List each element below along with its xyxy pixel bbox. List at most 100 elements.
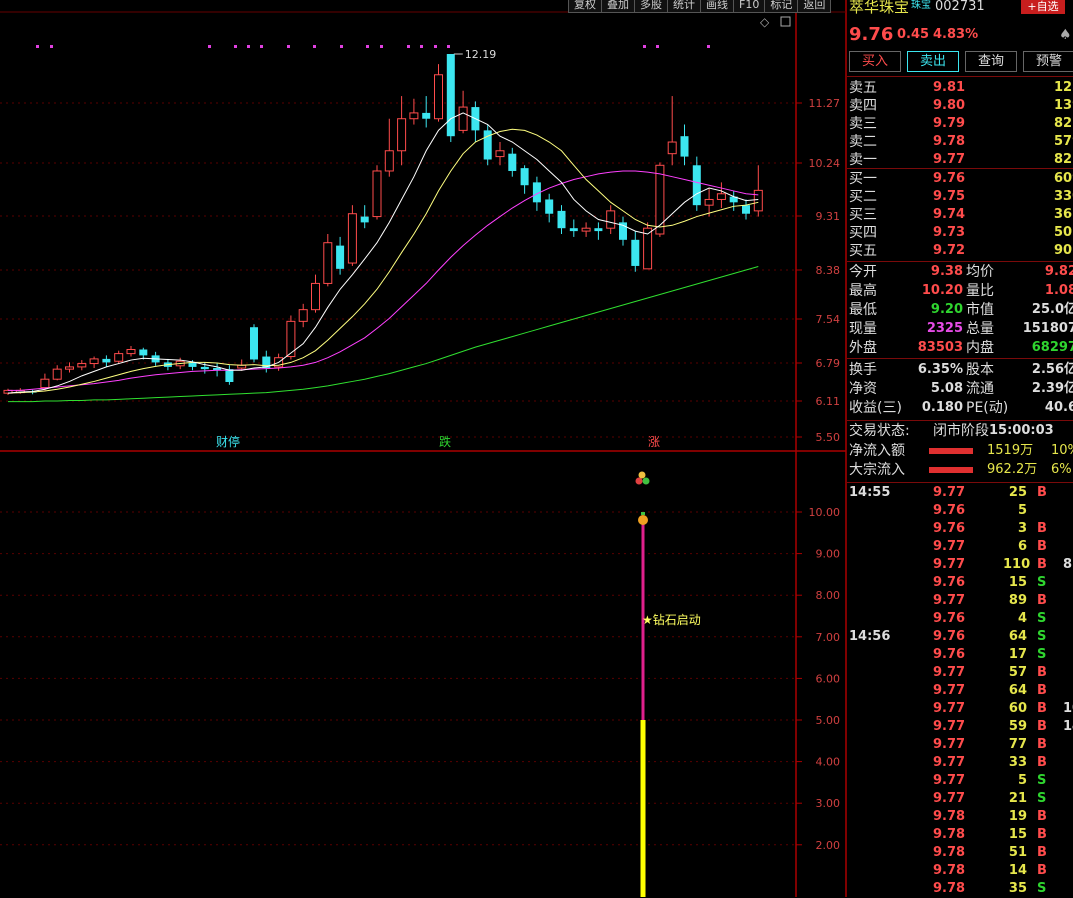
- toolbar-button-5[interactable]: F10: [733, 0, 766, 13]
- event-marker: 财停: [216, 434, 240, 449]
- stat-value: 6.35%: [917, 362, 963, 377]
- bid-label: 买五: [849, 243, 877, 259]
- ask-row: 卖二 9.78 579: [847, 133, 1073, 151]
- divider: [847, 261, 1073, 262]
- tick-price: 9.78: [933, 863, 966, 878]
- tick-row: 9.77 60 B 10: [847, 700, 1073, 718]
- action-button-1[interactable]: 卖出: [907, 51, 959, 72]
- candle: [225, 365, 234, 385]
- stat-value: 25.0亿: [1031, 302, 1073, 317]
- action-button-0[interactable]: 买入: [849, 51, 901, 72]
- toolbar-button-2[interactable]: 多股: [634, 0, 668, 13]
- tick-side: S: [1037, 611, 1047, 626]
- toolbar-button-7[interactable]: 返回: [797, 0, 832, 13]
- tick-price: 9.77: [933, 539, 966, 554]
- candle: [409, 98, 419, 125]
- bid-price: 9.72: [933, 243, 966, 258]
- candle-body: [716, 193, 726, 200]
- tick-row: 9.77 110 B 8: [847, 556, 1073, 574]
- candle: [569, 219, 578, 237]
- tick-volume: 64: [1008, 683, 1027, 698]
- tick-volume: 64: [1008, 629, 1027, 644]
- tick-side: B: [1037, 593, 1047, 608]
- clover-icon: [635, 471, 650, 485]
- toolbar-button-6[interactable]: 标记: [764, 0, 799, 13]
- tick-side: S: [1037, 575, 1047, 590]
- flow-value: 962.2万: [987, 462, 1038, 477]
- price-tick-label: 6.79: [816, 357, 841, 370]
- add-watchlist-button[interactable]: +自选: [1021, 0, 1065, 14]
- signal-dot: [50, 45, 53, 48]
- tick-price: 9.76: [933, 647, 966, 662]
- candle: [3, 388, 13, 395]
- tick-price: 9.76: [933, 521, 966, 536]
- tick-row: 9.77 5 S: [847, 772, 1073, 790]
- price-tick-label: 6.11: [816, 395, 841, 408]
- action-button-2[interactable]: 查询: [965, 51, 1017, 72]
- candle: [545, 193, 554, 223]
- candle-body: [311, 282, 320, 311]
- indicator-tick-label: 9.00: [816, 548, 841, 561]
- candle-body: [77, 363, 87, 368]
- tick-volume: 33: [1008, 755, 1027, 770]
- flow-label: 净流入额: [849, 443, 905, 459]
- toolbar-button-0[interactable]: 复权: [568, 0, 602, 13]
- stat-label: 最低: [849, 302, 877, 318]
- tick-volume: 60: [1008, 701, 1027, 716]
- candle: [114, 350, 124, 364]
- ask-price: 9.80: [933, 98, 966, 113]
- stock-code: 002731: [935, 0, 985, 14]
- stock-name: 萃华珠宝: [849, 0, 910, 16]
- high-price-label: 12.19: [465, 48, 497, 61]
- signal-dot: [36, 45, 39, 48]
- bid-volume: 90: [1054, 243, 1073, 258]
- stat-label: 收益(三): [849, 400, 902, 416]
- kline-chart[interactable]: 11.27 10.24 9.31 8.38 7.54 6.79 6.11 5.50 12.19 财…: [0, 0, 847, 897]
- stat-label: 量比: [966, 283, 994, 299]
- clover-leaf: [638, 471, 646, 479]
- apple-body: [638, 515, 648, 525]
- signal-dot: [287, 45, 290, 48]
- divider: [847, 76, 1073, 77]
- stock-header: 萃华珠宝 珠宝 002731 +自选: [847, 0, 1073, 18]
- tick-volume: 19: [1008, 809, 1027, 824]
- stat-label: 净资: [849, 381, 877, 397]
- stat-label: 总量: [966, 321, 994, 337]
- stat-row: 外盘 83503 内盘 68297: [847, 339, 1073, 357]
- candle-body: [323, 242, 333, 284]
- tick-row: 9.78 51 B: [847, 844, 1073, 862]
- tick-row: 9.77 6 B: [847, 538, 1073, 556]
- tick-row: 14:55 9.77 25 B: [847, 484, 1073, 502]
- candle-body: [139, 349, 148, 356]
- tick-side: B: [1037, 809, 1047, 824]
- bid-label: 买四: [849, 225, 877, 241]
- tick-price: 9.78: [933, 881, 966, 896]
- candle-body: [692, 165, 701, 206]
- action-button-3[interactable]: 预警: [1023, 51, 1073, 72]
- quote-panel: 萃华珠宝 珠宝 002731 +自选 9.76 0.45 4.83% ♠ 买入卖…: [847, 0, 1073, 897]
- stat-label: 内盘: [966, 340, 994, 356]
- tick-row: 9.78 19 B: [847, 808, 1073, 826]
- bid-volume: 330: [1054, 189, 1073, 204]
- bell-icon[interactable]: ♠: [1059, 24, 1072, 46]
- tick-row: 9.77 59 B 14: [847, 718, 1073, 736]
- toolbar-button-4[interactable]: 画线: [700, 0, 734, 13]
- ask-row: 卖三 9.79 827: [847, 115, 1073, 133]
- tick-side: S: [1037, 791, 1047, 806]
- price-change-pct: 4.83%: [933, 27, 979, 42]
- stat-row: 净资 5.08 流通 2.39亿: [847, 380, 1073, 398]
- ask-label: 卖三: [849, 116, 877, 132]
- toolbar-button-3[interactable]: 统计: [667, 0, 701, 13]
- tick-price: 9.77: [933, 719, 966, 734]
- stat-label: 换手: [849, 362, 877, 378]
- tick-side: S: [1037, 647, 1047, 662]
- candle: [667, 96, 677, 166]
- flow-pct: 6%: [1051, 462, 1072, 477]
- price-tick-label: 7.54: [816, 313, 841, 326]
- candle-body: [409, 112, 419, 120]
- bid-volume: 609: [1054, 171, 1073, 186]
- toolbar-button-1[interactable]: 叠加: [601, 0, 635, 13]
- candle: [384, 118, 394, 177]
- signal-dot: [313, 45, 316, 48]
- indicator-tick-label: 6.00: [816, 672, 841, 685]
